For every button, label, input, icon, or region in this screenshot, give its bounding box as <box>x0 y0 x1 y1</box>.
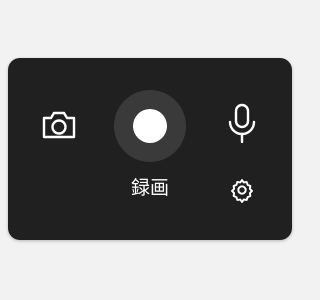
screenshot-button[interactable] <box>38 104 80 146</box>
settings-button[interactable] <box>228 176 256 204</box>
microphone-button[interactable] <box>220 102 264 146</box>
game-bar-capture-widget: 録画 <box>8 58 292 240</box>
record-icon <box>133 109 167 143</box>
record-button[interactable] <box>114 90 186 162</box>
gear-icon <box>231 179 253 203</box>
camera-icon <box>42 111 76 139</box>
record-label: 録画 <box>130 177 169 199</box>
microphone-icon <box>228 103 256 144</box>
